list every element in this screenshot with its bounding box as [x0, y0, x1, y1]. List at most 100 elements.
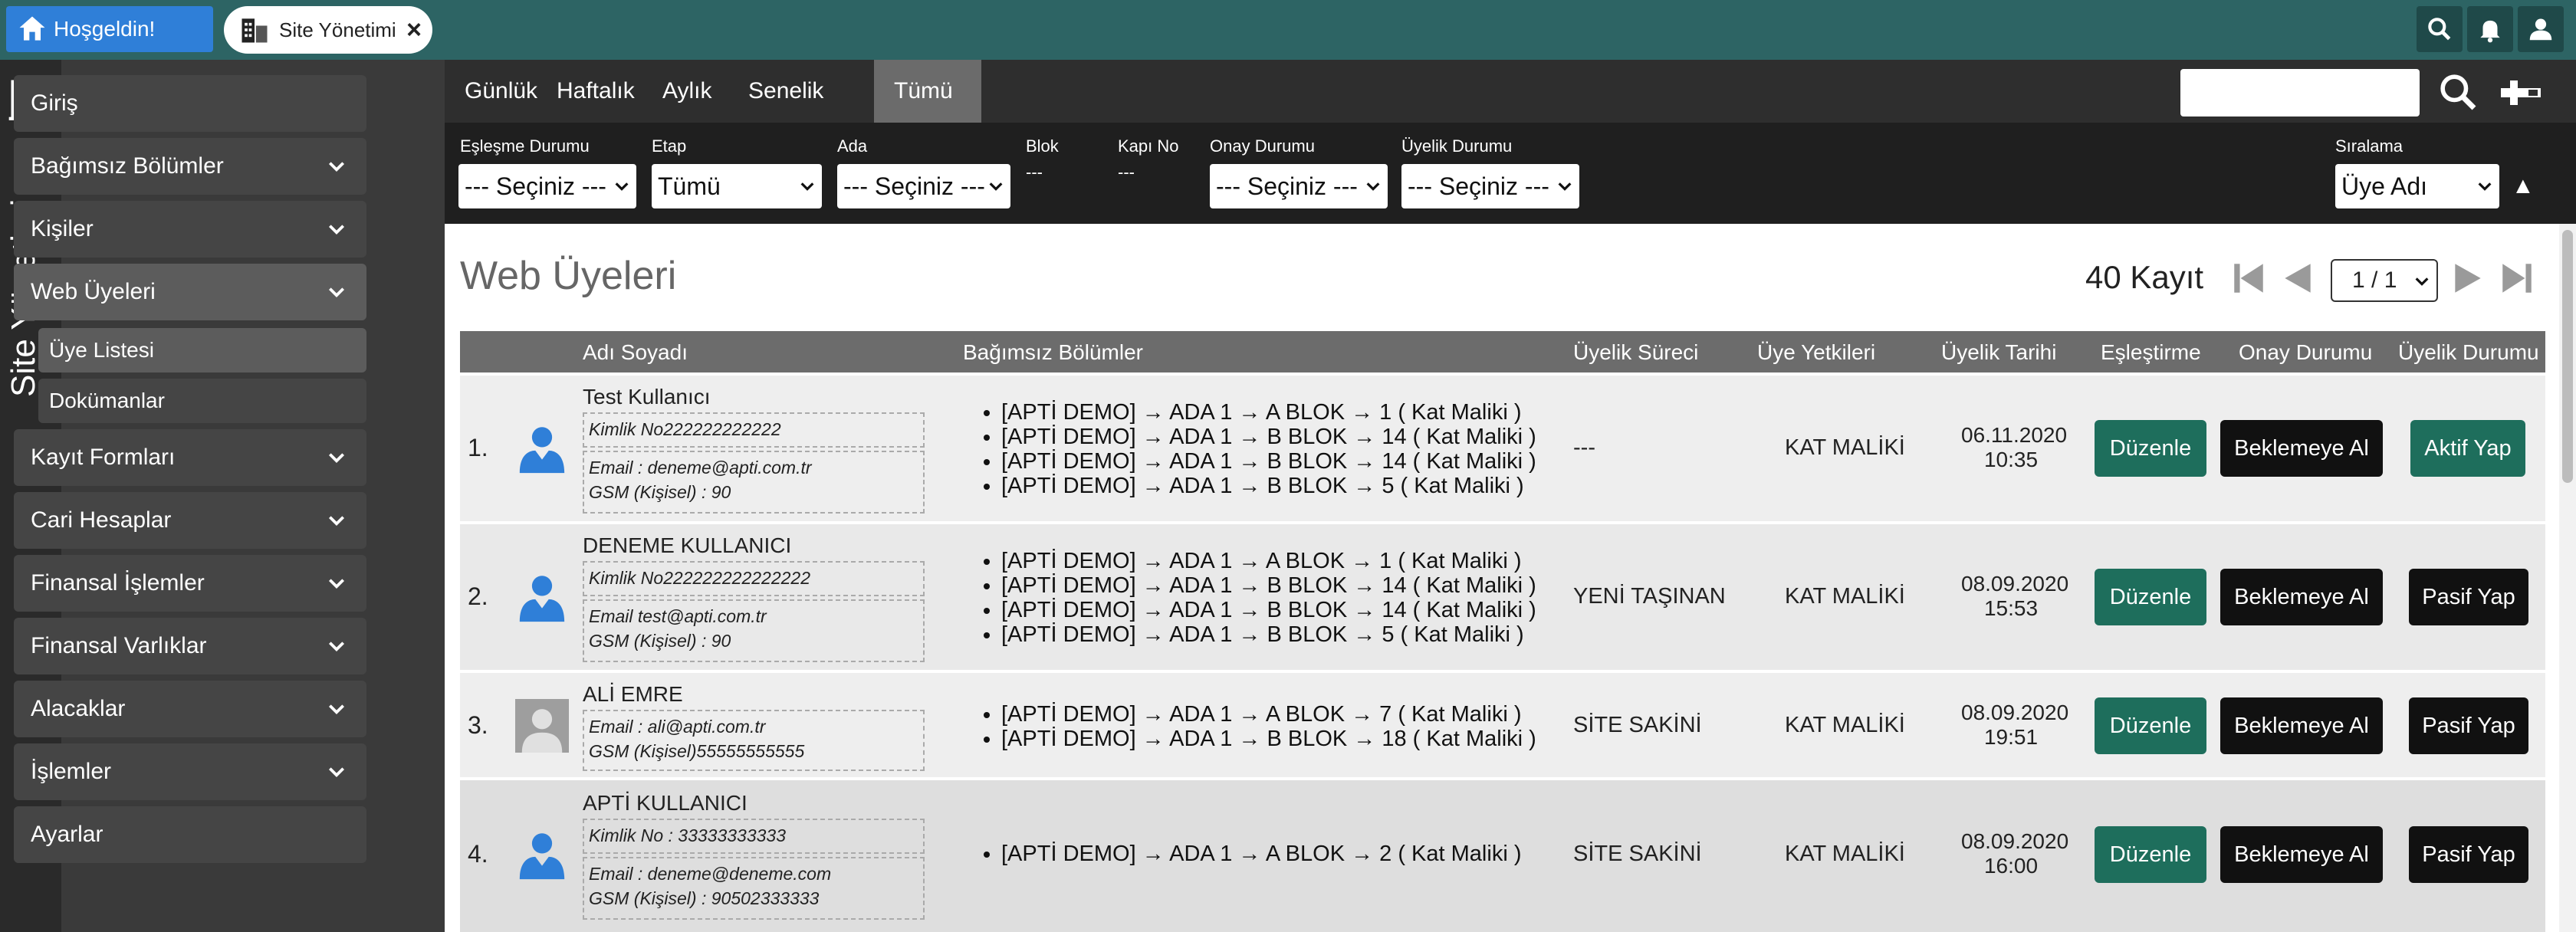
- prev-page-icon[interactable]: [2279, 259, 2317, 297]
- user-button[interactable]: [2518, 6, 2564, 52]
- sidebar-subitem-label: Üye Listesi: [49, 338, 154, 362]
- activate-button[interactable]: Aktif Yap: [2410, 420, 2525, 477]
- chevron-down-icon: [800, 182, 814, 191]
- home-tab[interactable]: Hoşgeldin!: [6, 6, 213, 52]
- membership-process: SİTE SAKİNİ: [1573, 842, 1702, 866]
- first-page-icon[interactable]: [2229, 259, 2268, 297]
- bell-icon: [2480, 20, 2500, 43]
- column-header-match[interactable]: Eşleştirme: [2101, 340, 2201, 365]
- membership-process: ---: [1573, 435, 1595, 460]
- column-header-date[interactable]: Üyelik Tarihi: [1941, 340, 2056, 365]
- ada-select[interactable]: --- Seçiniz ---: [837, 164, 1010, 208]
- membership-date: 08.09.2020 15:53: [1961, 572, 2069, 621]
- sidebar-subitem-uye-listesi[interactable]: Üye Listesi: [38, 328, 366, 372]
- identity-number: Kimlik No : 33333333333: [589, 825, 786, 845]
- site-management-tab[interactable]: Site Yönetimi ×: [224, 6, 432, 54]
- close-icon[interactable]: ×: [406, 17, 422, 43]
- tab-aylik[interactable]: Aylık: [642, 60, 731, 123]
- unit-item: [APTİ DEMO] → ADA 1 → B BLOK → 5 ( Kat M…: [1001, 622, 1536, 647]
- deactivate-button[interactable]: Pasif Yap: [2409, 697, 2528, 754]
- column-header-name[interactable]: Adı Soyadı: [583, 340, 688, 365]
- next-page-icon[interactable]: [2449, 259, 2487, 297]
- tab-tumu[interactable]: Tümü: [874, 60, 981, 123]
- sidebar-item-web-uyeleri[interactable]: Web Üyeleri: [14, 264, 366, 320]
- sidebar-item-label: Web Üyeleri: [31, 279, 156, 304]
- sidebar-item-kisiler[interactable]: Kişiler: [14, 201, 366, 258]
- membership-date-day: 06.11.2020: [1961, 423, 2068, 447]
- notifications-button[interactable]: [2467, 6, 2513, 52]
- unit-item: [APTİ DEMO] → ADA 1 → B BLOK → 14 ( Kat …: [1001, 573, 1536, 598]
- chevron-down-icon: [1558, 182, 1572, 191]
- sidebar-item-label: Kişiler: [31, 216, 94, 241]
- edit-match-button[interactable]: Düzenle: [2095, 697, 2206, 754]
- uyelik-select[interactable]: --- Seçiniz ---: [1401, 164, 1579, 208]
- last-page-icon[interactable]: [2498, 259, 2536, 297]
- record-count: 40 Kayıt: [2085, 259, 2204, 295]
- sidebar-item-giris[interactable]: Giriş: [14, 75, 366, 132]
- siralama-select-value: Üye Adı: [2341, 172, 2428, 200]
- blok-value: ---: [1026, 162, 1043, 182]
- sidebar-item-bagimsiz-bolumler[interactable]: Bağımsız Bölümler: [14, 138, 366, 195]
- membership-date-day: 08.09.2020: [1961, 572, 2069, 596]
- set-pending-button[interactable]: Beklemeye Al: [2220, 697, 2383, 754]
- chevron-down-icon: [328, 767, 345, 778]
- identity-number: Kimlik No222222222222: [589, 419, 781, 439]
- unit-item: [APTİ DEMO] → ADA 1 → A BLOK → 1 ( Kat M…: [1001, 549, 1536, 573]
- chevron-down-icon: [328, 704, 345, 715]
- etap-select[interactable]: Tümü: [652, 164, 822, 208]
- sidebar-item-kayit-formlari[interactable]: Kayıt Formları: [14, 429, 366, 486]
- tab-haftalik[interactable]: Haftalık: [537, 60, 655, 123]
- scrollbar-thumb[interactable]: [2562, 230, 2573, 483]
- search-input[interactable]: [2180, 69, 2420, 116]
- membership-date: 08.09.2020 16:00: [1961, 829, 2069, 878]
- user-icon: [2529, 18, 2552, 41]
- column-header-membership[interactable]: Üyelik Durumu: [2398, 340, 2539, 365]
- set-pending-button[interactable]: Beklemeye Al: [2220, 420, 2383, 477]
- page-select[interactable]: 1 / 1: [2331, 259, 2438, 302]
- sidebar-subitem-dokumanlar[interactable]: Dokümanlar: [38, 379, 366, 423]
- siralama-select[interactable]: Üye Adı: [2335, 164, 2499, 208]
- sidebar-item-label: Kayıt Formları: [31, 445, 176, 470]
- membership-date-time: 19:51: [1983, 725, 2039, 749]
- set-pending-button[interactable]: Beklemeye Al: [2220, 569, 2383, 625]
- tab-senelik[interactable]: Senelik: [728, 60, 843, 123]
- sidebar-item-islemler[interactable]: İşlemler: [14, 743, 366, 800]
- building-icon: [242, 18, 268, 43]
- filter-label-eslesme: Eşleşme Durumu: [460, 136, 590, 156]
- user-email: Email test@apti.com.tr: [589, 606, 767, 626]
- column-header-process[interactable]: Üyelik Süreci: [1573, 340, 1698, 365]
- edit-match-button[interactable]: Düzenle: [2095, 420, 2206, 477]
- identity-box: Kimlik No222222222222222: [583, 561, 925, 596]
- filter-icon[interactable]: [2498, 74, 2544, 112]
- search-icon[interactable]: [2436, 71, 2479, 113]
- edit-match-button[interactable]: Düzenle: [2095, 569, 2206, 625]
- row-number: 4.: [468, 840, 488, 868]
- sidebar-item-cari-hesaplar[interactable]: Cari Hesaplar: [14, 492, 366, 549]
- sort-direction-toggle[interactable]: ▲: [2512, 173, 2535, 199]
- unit-item: [APTİ DEMO] → ADA 1 → A BLOK → 7 ( Kat M…: [1001, 702, 1536, 727]
- search-button[interactable]: [2417, 6, 2463, 52]
- avatar-icon: [519, 576, 565, 622]
- sidebar-item-finansal-islemler[interactable]: Finansal İşlemler: [14, 555, 366, 612]
- edit-match-button[interactable]: Düzenle: [2095, 826, 2206, 883]
- chevron-down-icon: [328, 579, 345, 589]
- sidebar-item-ayarlar[interactable]: Ayarlar: [14, 806, 366, 863]
- eslesme-select-value: --- Seçiniz ---: [465, 172, 606, 200]
- user-name: Test Kullanıcı: [583, 385, 711, 409]
- set-pending-button[interactable]: Beklemeye Al: [2220, 826, 2383, 883]
- onay-select-value: --- Seçiniz ---: [1216, 172, 1358, 200]
- deactivate-button[interactable]: Pasif Yap: [2409, 826, 2528, 883]
- member-role: KAT MALİKİ: [1785, 842, 1905, 866]
- column-header-units[interactable]: Bağımsız Bölümler: [963, 340, 1143, 365]
- membership-date-day: 08.09.2020: [1961, 829, 2069, 853]
- sidebar-item-alacaklar[interactable]: Alacaklar: [14, 681, 366, 737]
- site-tab-label: Site Yönetimi: [279, 18, 396, 41]
- onay-select[interactable]: --- Seçiniz ---: [1210, 164, 1388, 208]
- sidebar-item-finansal-varliklar[interactable]: Finansal Varlıklar: [14, 618, 366, 674]
- deactivate-button[interactable]: Pasif Yap: [2409, 569, 2528, 625]
- eslesme-select[interactable]: --- Seçiniz ---: [458, 164, 636, 208]
- identity-box: Kimlik No : 33333333333: [583, 819, 925, 854]
- column-header-approval[interactable]: Onay Durumu: [2239, 340, 2372, 365]
- column-header-roles[interactable]: Üye Yetkileri: [1757, 340, 1875, 365]
- avatar-icon: [519, 427, 565, 474]
